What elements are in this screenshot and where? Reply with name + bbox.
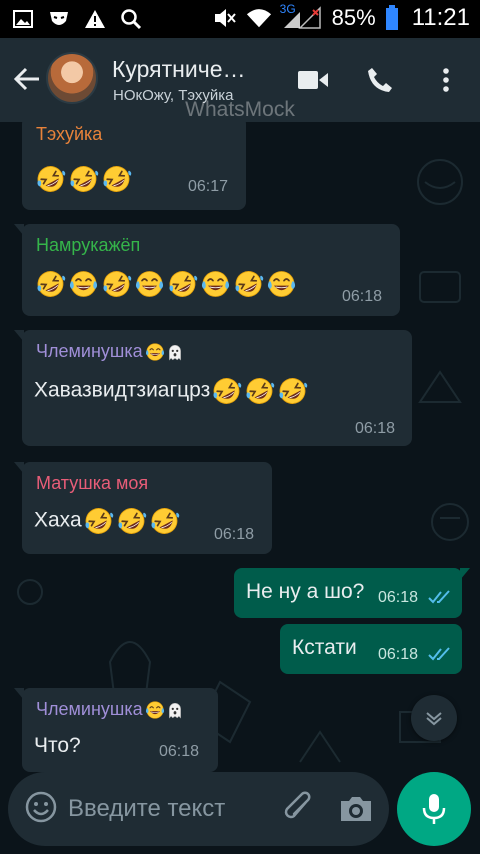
message-bubble-incoming[interactable]: Намрукажёп 06:18: [14, 224, 400, 316]
message-text: Хаха: [34, 506, 181, 536]
chat-area[interactable]: Тэхуйка 06:17 Намрукажёп 06:18 Члеминушк…: [0, 122, 480, 772]
voice-record-button[interactable]: [397, 772, 471, 846]
message-time: 06:18: [214, 526, 255, 543]
status-bar: 3G 85% 11:21: [0, 0, 480, 38]
warning-icon: [82, 6, 108, 32]
message-bubble-incoming[interactable]: Члеминушка Хавазвидтзиагцрз 06:18: [14, 330, 412, 446]
sender-name-text: Члеминушка: [36, 341, 143, 361]
message-bubble-incoming[interactable]: Члеминушка Что? 06:18: [14, 688, 218, 772]
sender-name: Намрукажёп: [36, 235, 141, 255]
battery-percent: 85%: [331, 5, 376, 30]
rofl-emoji: [276, 376, 309, 406]
phone-icon[interactable]: [364, 64, 396, 96]
gallery-icon: [10, 6, 36, 32]
message-text: Кстати: [292, 636, 357, 659]
joy-emoji: [265, 269, 298, 299]
emoji-icon[interactable]: [24, 790, 58, 824]
chat-wallpaper: [17, 159, 469, 763]
rofl-emoji: [148, 506, 181, 536]
rofl-emoji: [34, 164, 67, 194]
message-bubble-outgoing[interactable]: Кстати 06:18: [280, 624, 462, 674]
joy-emoji: [133, 269, 166, 299]
message-bubble-incoming[interactable]: Матушка моя Хаха 06:18: [14, 462, 272, 554]
read-receipt-icon: [428, 647, 450, 661]
chevron-down-icon: [426, 712, 442, 726]
rofl-emoji: [210, 376, 243, 406]
signal-icon: 3G: [279, 2, 324, 31]
sender-name: Матушка моя: [36, 473, 149, 493]
battery-icon: [384, 5, 400, 31]
rofl-emoji: [166, 269, 199, 299]
wifi-icon: [246, 5, 272, 31]
mic-icon: [422, 794, 446, 824]
mute-icon: [212, 5, 238, 31]
rofl-emoji: [100, 269, 133, 299]
ghost-emoji: [165, 342, 185, 362]
more-options-icon[interactable]: [430, 64, 462, 96]
message-time: 06:18: [378, 646, 419, 663]
message-bubble-incoming[interactable]: Тэхуйка 06:17: [22, 122, 246, 210]
sender-name: Члеминушка: [36, 341, 185, 362]
ghost-emoji: [165, 700, 185, 720]
sender-name: Члеминушка: [36, 699, 185, 720]
search-icon: [118, 6, 144, 32]
scroll-to-bottom-button[interactable]: [411, 695, 457, 741]
message-time: 06:17: [188, 178, 229, 195]
rofl-emoji: [67, 164, 100, 194]
message-text: Не ну а шо?: [246, 580, 365, 603]
sender-name: Тэхуйка: [36, 124, 103, 144]
mask-icon: [46, 6, 72, 32]
camera-icon[interactable]: [338, 792, 374, 826]
rofl-emoji: [232, 269, 265, 299]
message-time: 06:18: [159, 743, 200, 760]
message-bubble-outgoing[interactable]: Не ну а шо? 06:18: [234, 568, 470, 618]
video-call-icon[interactable]: [297, 64, 329, 96]
read-receipt-icon: [428, 590, 450, 604]
joy-emoji: [67, 269, 100, 299]
sender-name-text: Члеминушка: [36, 699, 143, 719]
chat-participants[interactable]: НОкОжу, Тэхуйка: [113, 87, 234, 104]
message-text-content: Хаха: [34, 508, 82, 532]
joy-emoji: [199, 269, 232, 299]
group-avatar[interactable]: [46, 52, 98, 104]
back-arrow-icon[interactable]: [12, 64, 42, 94]
message-text-content: Хавазвидтзиагцрз: [34, 378, 211, 402]
message-text: Хавазвидтзиагцрз: [34, 376, 309, 406]
chat-title[interactable]: Курятниче…: [112, 56, 246, 83]
joy-emoji: [145, 342, 165, 362]
message-input[interactable]: [68, 792, 278, 826]
message-time: 06:18: [355, 420, 396, 437]
rofl-emoji: [115, 506, 148, 536]
message-text: [34, 164, 133, 194]
message-time: 06:18: [378, 589, 419, 606]
message-composer: [8, 772, 389, 846]
rofl-emoji: [34, 269, 67, 299]
message-text: Что?: [34, 734, 81, 757]
message-text: [34, 269, 298, 299]
attach-icon[interactable]: [282, 790, 316, 826]
message-time: 06:18: [342, 288, 383, 305]
joy-emoji: [145, 700, 165, 720]
clock: 11:21: [411, 4, 470, 31]
chat-header: Курятниче… НОкОжу, Тэхуйка: [0, 38, 480, 122]
rofl-emoji: [82, 506, 115, 536]
rofl-emoji: [100, 164, 133, 194]
rofl-emoji: [243, 376, 276, 406]
network-type-label: 3G: [279, 2, 296, 16]
